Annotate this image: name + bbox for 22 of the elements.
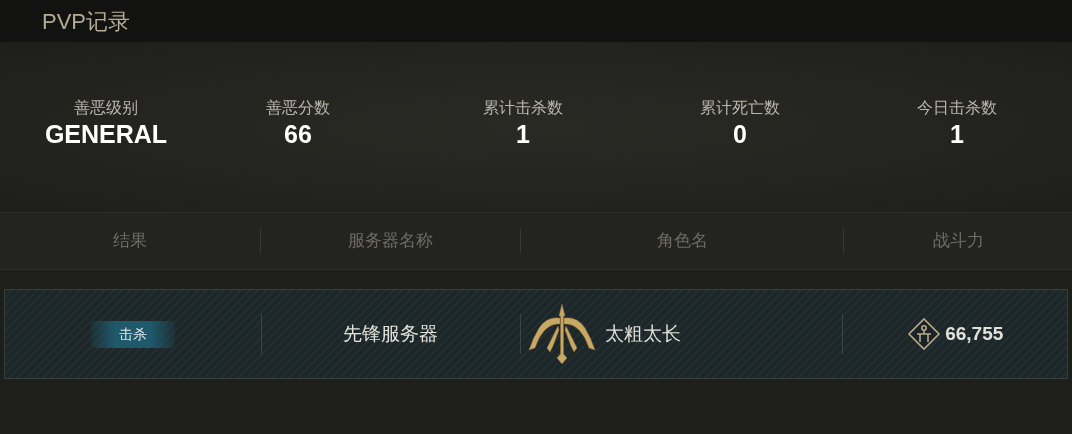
stat-value: 1: [950, 119, 964, 150]
stat-value: 66: [284, 119, 312, 150]
stat-label: 善恶级别: [74, 98, 138, 118]
character-name: 太粗太长: [605, 321, 682, 346]
column-header: 服务器名称: [348, 230, 433, 253]
table-row[interactable]: 击杀 先锋服务器 太粗太长 66,755: [4, 289, 1068, 379]
stat-label: 善恶分数: [266, 98, 330, 118]
page-title: PVP记录: [42, 7, 131, 36]
combat-power: 66,755: [945, 321, 1004, 346]
column-header: 战斗力: [932, 230, 984, 253]
stat-label: 累计击杀数: [483, 98, 563, 118]
class-emblem-icon: [527, 302, 598, 366]
stat-label: 今日击杀数: [917, 98, 997, 118]
stat-value: 1: [516, 119, 530, 150]
server-name: 先锋服务器: [343, 321, 439, 346]
stat-value: 0: [733, 119, 747, 150]
result-badge: 击杀: [90, 320, 175, 348]
combat-power-icon: [907, 317, 942, 351]
stat-label: 累计死亡数: [700, 98, 780, 118]
stat-value: GENERAL: [44, 119, 168, 150]
column-header: 角色名: [656, 230, 708, 253]
column-header: 结果: [113, 230, 147, 253]
